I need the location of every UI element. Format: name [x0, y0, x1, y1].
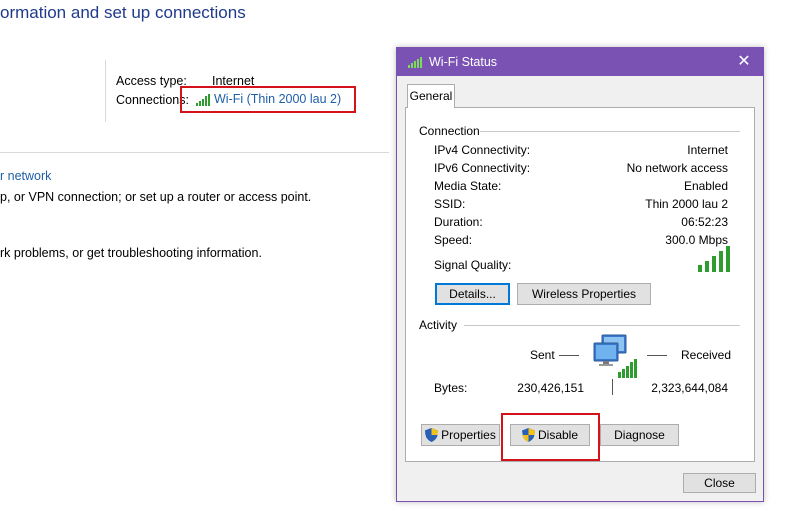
wifi-status-dialog: Wi-Fi Status ✕ General Connection IPv4 C… — [396, 47, 764, 502]
divider — [105, 60, 106, 122]
duration-label: Duration: — [434, 215, 483, 229]
ipv6-value: No network access — [626, 161, 728, 175]
ssid-value: Thin 2000 lau 2 — [645, 197, 728, 211]
network-computers-icon — [593, 334, 637, 378]
bytes-label: Bytes: — [434, 381, 468, 395]
bytes-received-value: 2,323,644,084 — [651, 381, 728, 395]
tab-general[interactable]: General — [407, 84, 455, 108]
connection-highlight-box — [180, 86, 356, 113]
setup-network-link[interactable]: r network — [0, 169, 51, 183]
shield-icon — [425, 428, 439, 442]
signal-quality-icon — [698, 246, 730, 272]
setup-description: p, or VPN connection; or set up a router… — [0, 190, 312, 204]
sent-label: Sent — [530, 348, 555, 362]
duration-value: 06:52:23 — [681, 215, 728, 229]
general-panel: Connection IPv4 Connectivity: Internet I… — [405, 107, 755, 462]
access-type-label: Access type: — [116, 74, 187, 88]
wireless-properties-button[interactable]: Wireless Properties — [517, 283, 651, 305]
title-bar[interactable]: Wi-Fi Status ✕ — [397, 48, 763, 76]
ipv6-label: IPv6 Connectivity: — [434, 161, 531, 175]
media-state-value: Enabled — [683, 179, 728, 193]
ipv4-value: Internet — [687, 143, 728, 157]
media-state-label: Media State: — [434, 179, 502, 193]
divider — [480, 131, 740, 132]
divider — [464, 325, 740, 326]
dialog-title: Wi-Fi Status — [429, 55, 498, 69]
connection-group-label: Connection — [419, 124, 480, 138]
divider — [559, 355, 579, 356]
diagnose-button[interactable]: Diagnose — [600, 424, 679, 446]
bytes-sent-value: 230,426,151 — [517, 381, 584, 395]
close-button[interactable]: Close — [683, 473, 756, 493]
divider — [612, 379, 613, 395]
connections-label: Connections: — [116, 93, 189, 107]
speed-label: Speed: — [434, 233, 473, 247]
disable-highlight-box — [501, 413, 600, 461]
divider — [647, 355, 667, 356]
properties-button[interactable]: Properties — [421, 424, 500, 446]
troubleshoot-description: rk problems, or get troubleshooting info… — [0, 246, 262, 260]
activity-group-label: Activity — [419, 318, 458, 332]
divider — [0, 152, 389, 153]
ipv4-label: IPv4 Connectivity: — [434, 143, 531, 157]
wifi-signal-icon — [408, 57, 422, 68]
speed-value: 300.0 Mbps — [665, 233, 728, 247]
signal-quality-label: Signal Quality: — [434, 258, 512, 272]
received-label: Received — [681, 348, 732, 362]
details-button[interactable]: Details... — [435, 283, 510, 305]
properties-label[interactable]: Properties — [441, 428, 496, 442]
page-title: ormation and set up connections — [0, 3, 246, 22]
ssid-label: SSID: — [434, 197, 466, 211]
close-icon[interactable]: ✕ — [733, 52, 755, 72]
